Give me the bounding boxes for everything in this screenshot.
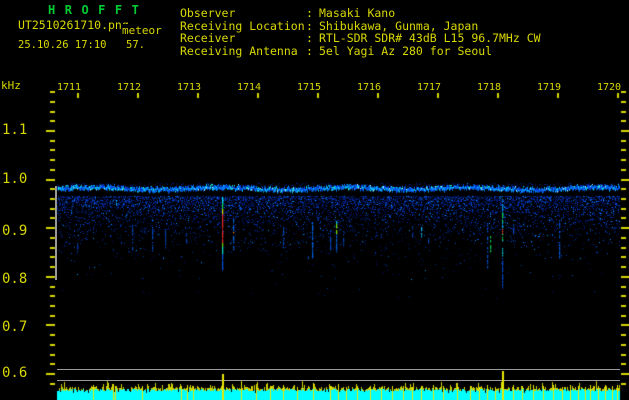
x-time-label: 1714 [237, 82, 262, 93]
x-time-label: 1719 [537, 82, 562, 93]
y-tick-label: 0.7 [2, 319, 28, 335]
x-time-label: 1718 [477, 82, 502, 93]
capture-datetime: 25.10.26 17:10 [18, 39, 107, 51]
x-time-label: 1717 [417, 82, 442, 93]
x-time-label: 1720 [597, 82, 622, 93]
app-title: HROFFT [48, 3, 149, 17]
y-tick-label: 0.6 [2, 365, 28, 381]
info-colon: : [306, 43, 313, 58]
x-time-label: 1712 [117, 82, 142, 93]
info-row-antenna: Receiving Antenna : 5el Yagi Az 280 for … [180, 43, 629, 58]
info-row-observer: Observer : Masaki Kano [180, 6, 629, 20]
y-axis-unit-label: kHz [1, 79, 21, 92]
y-tick-label: 1.1 [2, 122, 28, 138]
y-tick-label: 0.8 [2, 271, 28, 287]
filename-label: UT2510261710.png [18, 18, 129, 32]
y-tick-label: 1.0 [2, 171, 28, 187]
x-time-label: 1713 [177, 82, 202, 93]
x-time-label: 1711 [57, 82, 82, 93]
spectrogram-canvas [0, 0, 629, 400]
info-row-location: Receiving Location : Shibukawa, Gunma, J… [180, 19, 629, 33]
x-time-label: 1715 [297, 82, 322, 93]
info-label: Receiving Antenna [180, 43, 298, 58]
y-tick-label: 0.9 [2, 223, 28, 239]
capture-seconds: 57. [126, 39, 145, 51]
info-row-receiver: Receiver : RTL-SDR SDR# 43dB L15 96.7MHz… [180, 31, 629, 45]
hrofft-window: HROFFT UT2510261710.png meteor 25.10.26 … [0, 0, 629, 400]
info-value: 5el Yagi Az 280 for Seoul [319, 43, 493, 58]
x-time-label: 1716 [357, 82, 382, 93]
meteor-overlay-label: meteor [121, 24, 163, 37]
